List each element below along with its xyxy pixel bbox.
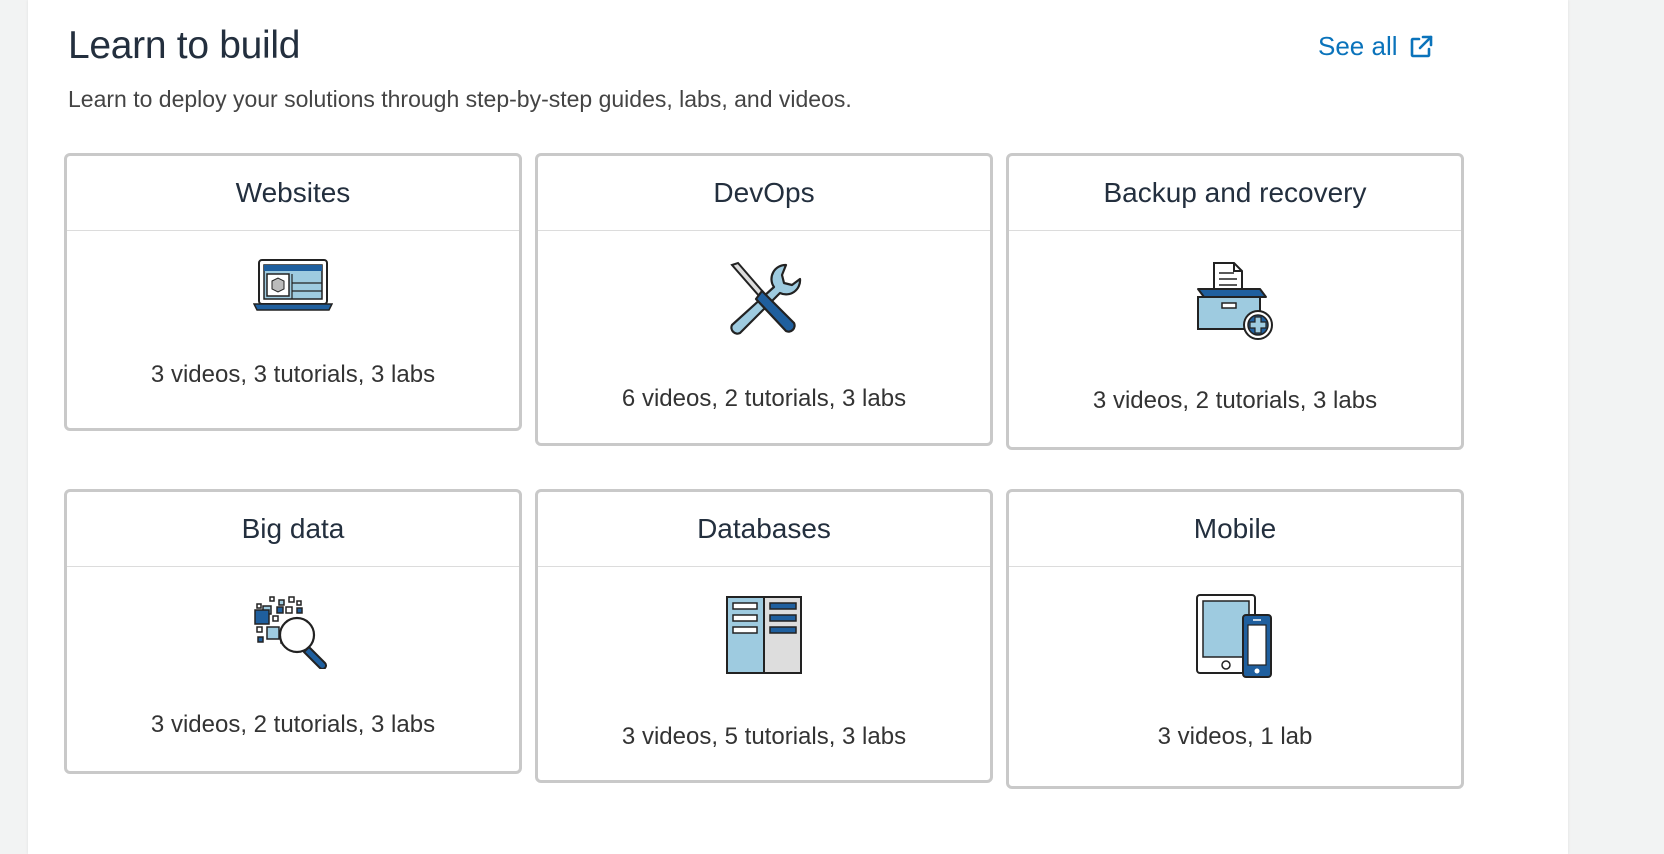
card-title: Websites: [67, 156, 519, 231]
card-title: Big data: [67, 492, 519, 567]
card-counts: 3 videos, 5 tutorials, 3 labs: [621, 723, 907, 750]
see-all-label: See all: [1318, 31, 1398, 61]
card-counts: 3 videos, 2 tutorials, 3 labs: [1092, 387, 1378, 414]
card-counts: 3 videos, 1 lab: [1157, 723, 1313, 750]
card-mobile[interactable]: Mobile 3 videos, 1 lab: [1006, 489, 1464, 789]
card-title: DevOps: [538, 156, 990, 231]
card-websites[interactable]: Websites 3 videos, 3 tutorials, 3 labs: [64, 153, 522, 431]
laptop-icon: [67, 257, 519, 315]
archive-box-icon: [1009, 259, 1461, 343]
card-counts: 3 videos, 3 tutorials, 3 labs: [150, 361, 436, 388]
external-link-icon: [1408, 34, 1434, 60]
data-search-icon: [67, 595, 519, 669]
card-counts: 3 videos, 2 tutorials, 3 labs: [150, 711, 436, 738]
card-backup-and-recovery[interactable]: Backup and recovery 3 videos, 2 tutorial…: [1006, 153, 1464, 450]
database-server-icon: [538, 595, 990, 677]
mobile-devices-icon: [1009, 593, 1461, 681]
see-all-link[interactable]: See all: [1318, 31, 1434, 62]
card-title: Mobile: [1009, 492, 1461, 567]
card-title: Backup and recovery: [1009, 156, 1461, 231]
page-title: Learn to build: [68, 24, 301, 67]
card-devops[interactable]: DevOps 6 videos, 2 tutorials, 3 labs: [535, 153, 993, 446]
page-subtitle: Learn to deploy your solutions through s…: [68, 86, 852, 112]
card-title: Databases: [538, 492, 990, 567]
tools-icon: [538, 259, 990, 339]
card-counts: 6 videos, 2 tutorials, 3 labs: [621, 385, 907, 412]
card-databases[interactable]: Databases 3 videos, 5 tutorials, 3 labs: [535, 489, 993, 783]
card-big-data[interactable]: Big data 3 videos, 2 tutorials, 3 labs: [64, 489, 522, 774]
learn-to-build-panel: Learn to build Learn to deploy your solu…: [28, 0, 1568, 854]
